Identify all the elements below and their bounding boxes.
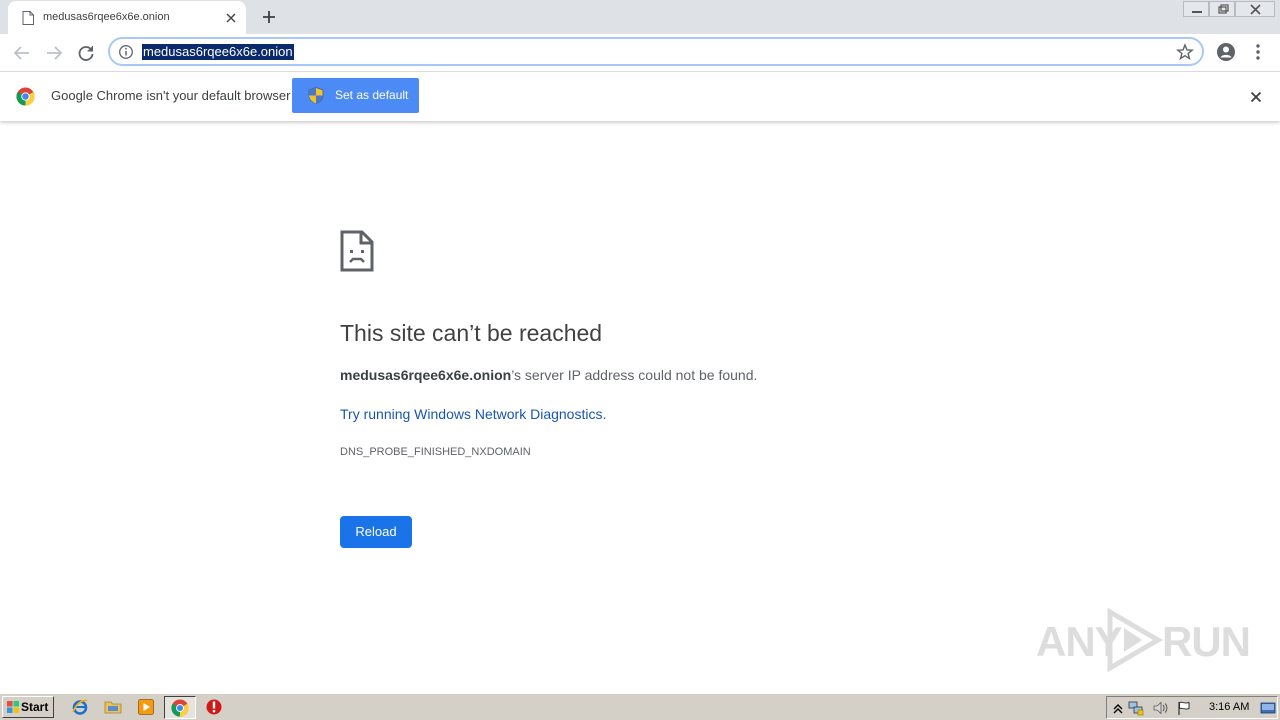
forward-arrow-icon[interactable] <box>41 40 67 66</box>
toolbar: medusas6rqee6x6e.onion <box>0 34 1280 71</box>
new-tab-icon[interactable] <box>258 6 280 28</box>
show-desktop-icon[interactable] <box>1260 700 1276 716</box>
default-browser-infobar: Google Chrome isn't your default browser… <box>0 71 1280 121</box>
error-description: medusas6rqee6x6e.onion’s server IP addre… <box>340 367 757 383</box>
set-as-default-button[interactable]: Set as default <box>292 78 419 113</box>
tab-active[interactable]: medusas6rqee6x6e.onion <box>8 1 246 34</box>
reload-button[interactable]: Reload <box>340 516 412 548</box>
close-window-button[interactable] <box>1235 1 1275 17</box>
minimize-icon <box>1192 11 1202 13</box>
system-tray: 3:16 AM <box>1106 696 1278 719</box>
reload-icon[interactable] <box>73 40 99 66</box>
chrome-icon <box>171 699 189 717</box>
restore-icon <box>1218 4 1229 14</box>
url-text[interactable]: medusas6rqee6x6e.onion <box>142 44 294 60</box>
address-bar[interactable]: medusas6rqee6x6e.onion <box>108 37 1204 66</box>
profile-avatar-icon[interactable] <box>1215 41 1237 63</box>
folder-icon[interactable] <box>104 698 122 716</box>
set-as-default-label: Set as default <box>335 88 409 102</box>
taskbar-clock[interactable]: 3:16 AM <box>1209 701 1249 713</box>
tab-title: medusas6rqee6x6e.onion <box>43 11 170 23</box>
more-menu-icon[interactable] <box>1250 42 1266 62</box>
error-host: medusas6rqee6x6e.onion <box>340 367 512 383</box>
page-icon <box>22 11 34 25</box>
windows-flag-icon <box>7 701 19 713</box>
volume-icon[interactable] <box>1152 700 1168 716</box>
back-arrow-icon[interactable] <box>9 40 35 66</box>
info-icon[interactable] <box>118 44 134 60</box>
uac-shield-icon <box>308 87 324 104</box>
network-icon[interactable] <box>1128 700 1144 716</box>
error-code: DNS_PROBE_FINISHED_NXDOMAIN <box>340 446 531 458</box>
bookmark-star-icon[interactable] <box>1176 43 1194 61</box>
infobar-message: Google Chrome isn't your default browser <box>51 88 291 103</box>
internet-explorer-icon[interactable] <box>71 698 89 716</box>
antivirus-icon[interactable] <box>205 698 223 716</box>
watermark-right-text: RUN <box>1162 618 1251 665</box>
action-center-flag-icon[interactable] <box>1176 700 1192 716</box>
anyrun-watermark: ANY RUN <box>1036 606 1251 674</box>
restore-button[interactable] <box>1209 1 1235 17</box>
error-host-suffix: ’s server IP address could not be found. <box>511 367 758 383</box>
tab-close-icon[interactable] <box>222 9 240 27</box>
tab-strip: medusas6rqee6x6e.onion <box>0 0 1280 34</box>
close-icon <box>1250 4 1261 15</box>
error-title: This site can’t be reached <box>340 320 603 346</box>
chrome-logo-icon <box>16 87 35 106</box>
minimize-button[interactable] <box>1183 1 1209 17</box>
media-player-icon[interactable] <box>137 698 155 716</box>
start-button[interactable]: Start <box>2 696 54 718</box>
play-logo-icon <box>1107 608 1163 672</box>
start-label: Start <box>21 700 49 714</box>
sad-page-icon <box>340 230 374 272</box>
infobar-close-icon[interactable] <box>1246 87 1266 107</box>
show-hidden-icons-icon[interactable] <box>1110 700 1126 716</box>
chrome-taskbar-button[interactable] <box>164 696 196 719</box>
windows-taskbar: Start 3:16 AM <box>0 693 1280 720</box>
network-diagnostics-link[interactable]: Try running Windows Network Diagnostics. <box>340 406 606 422</box>
